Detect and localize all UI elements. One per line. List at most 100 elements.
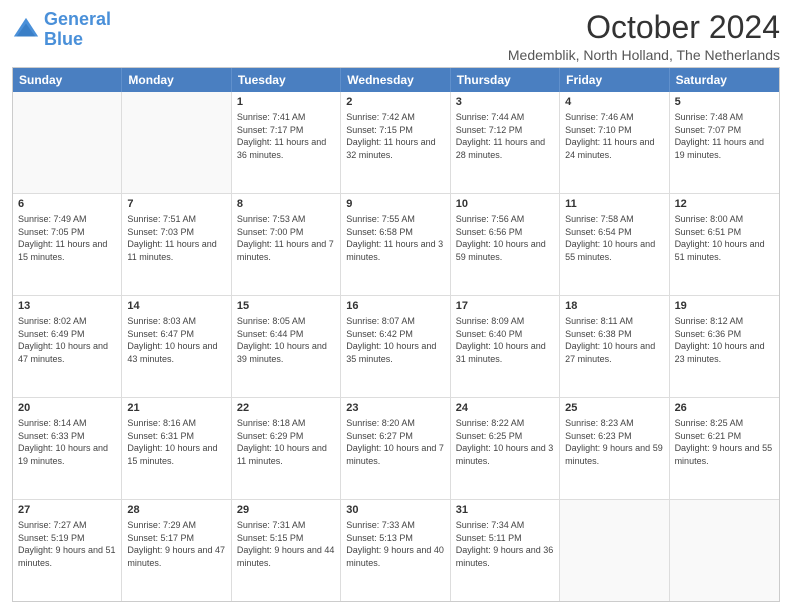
cell-info-10: Sunrise: 7:56 AM Sunset: 6:56 PM Dayligh… — [456, 213, 554, 263]
cell-w3-d5: 17Sunrise: 8:09 AM Sunset: 6:40 PM Dayli… — [451, 296, 560, 397]
cell-w4-d1: 20Sunrise: 8:14 AM Sunset: 6:33 PM Dayli… — [13, 398, 122, 499]
cell-info-30: Sunrise: 7:33 AM Sunset: 5:13 PM Dayligh… — [346, 519, 444, 569]
calendar: Sunday Monday Tuesday Wednesday Thursday… — [12, 67, 780, 602]
day-number-25: 25 — [565, 401, 663, 416]
cell-info-17: Sunrise: 8:09 AM Sunset: 6:40 PM Dayligh… — [456, 315, 554, 365]
day-number-20: 20 — [18, 401, 116, 416]
cell-info-23: Sunrise: 8:20 AM Sunset: 6:27 PM Dayligh… — [346, 417, 444, 467]
calendar-week-3: 13Sunrise: 8:02 AM Sunset: 6:49 PM Dayli… — [13, 296, 779, 398]
day-number-30: 30 — [346, 503, 444, 518]
day-number-1: 1 — [237, 95, 335, 110]
cell-w4-d2: 21Sunrise: 8:16 AM Sunset: 6:31 PM Dayli… — [122, 398, 231, 499]
cell-info-1: Sunrise: 7:41 AM Sunset: 7:17 PM Dayligh… — [237, 111, 335, 161]
cell-w3-d2: 14Sunrise: 8:03 AM Sunset: 6:47 PM Dayli… — [122, 296, 231, 397]
cell-w4-d4: 23Sunrise: 8:20 AM Sunset: 6:27 PM Dayli… — [341, 398, 450, 499]
cell-w3-d1: 13Sunrise: 8:02 AM Sunset: 6:49 PM Dayli… — [13, 296, 122, 397]
calendar-week-2: 6Sunrise: 7:49 AM Sunset: 7:05 PM Daylig… — [13, 194, 779, 296]
cell-info-4: Sunrise: 7:46 AM Sunset: 7:10 PM Dayligh… — [565, 111, 663, 161]
day-number-14: 14 — [127, 299, 225, 314]
header-friday: Friday — [560, 68, 669, 92]
day-number-29: 29 — [237, 503, 335, 518]
location-subtitle: Medemblik, North Holland, The Netherland… — [508, 47, 780, 63]
page: General Blue October 2024 Medemblik, Nor… — [0, 0, 792, 612]
cell-info-19: Sunrise: 8:12 AM Sunset: 6:36 PM Dayligh… — [675, 315, 774, 365]
cell-w1-d5: 3Sunrise: 7:44 AM Sunset: 7:12 PM Daylig… — [451, 92, 560, 193]
day-number-4: 4 — [565, 95, 663, 110]
cell-w4-d5: 24Sunrise: 8:22 AM Sunset: 6:25 PM Dayli… — [451, 398, 560, 499]
cell-w2-d6: 11Sunrise: 7:58 AM Sunset: 6:54 PM Dayli… — [560, 194, 669, 295]
day-number-31: 31 — [456, 503, 554, 518]
header-thursday: Thursday — [451, 68, 560, 92]
day-number-22: 22 — [237, 401, 335, 416]
month-title: October 2024 — [508, 10, 780, 45]
cell-info-11: Sunrise: 7:58 AM Sunset: 6:54 PM Dayligh… — [565, 213, 663, 263]
day-number-10: 10 — [456, 197, 554, 212]
header-saturday: Saturday — [670, 68, 779, 92]
day-number-6: 6 — [18, 197, 116, 212]
cell-w2-d7: 12Sunrise: 8:00 AM Sunset: 6:51 PM Dayli… — [670, 194, 779, 295]
cell-info-29: Sunrise: 7:31 AM Sunset: 5:15 PM Dayligh… — [237, 519, 335, 569]
cell-w5-d6 — [560, 500, 669, 601]
cell-info-3: Sunrise: 7:44 AM Sunset: 7:12 PM Dayligh… — [456, 111, 554, 161]
cell-w1-d4: 2Sunrise: 7:42 AM Sunset: 7:15 PM Daylig… — [341, 92, 450, 193]
day-number-8: 8 — [237, 197, 335, 212]
cell-w1-d2 — [122, 92, 231, 193]
header-tuesday: Tuesday — [232, 68, 341, 92]
day-number-13: 13 — [18, 299, 116, 314]
cell-w1-d1 — [13, 92, 122, 193]
cell-info-6: Sunrise: 7:49 AM Sunset: 7:05 PM Dayligh… — [18, 213, 116, 263]
cell-w5-d4: 30Sunrise: 7:33 AM Sunset: 5:13 PM Dayli… — [341, 500, 450, 601]
day-number-27: 27 — [18, 503, 116, 518]
cell-w4-d3: 22Sunrise: 8:18 AM Sunset: 6:29 PM Dayli… — [232, 398, 341, 499]
cell-info-16: Sunrise: 8:07 AM Sunset: 6:42 PM Dayligh… — [346, 315, 444, 365]
cell-w2-d5: 10Sunrise: 7:56 AM Sunset: 6:56 PM Dayli… — [451, 194, 560, 295]
cell-info-20: Sunrise: 8:14 AM Sunset: 6:33 PM Dayligh… — [18, 417, 116, 467]
cell-w3-d6: 18Sunrise: 8:11 AM Sunset: 6:38 PM Dayli… — [560, 296, 669, 397]
day-number-17: 17 — [456, 299, 554, 314]
day-number-11: 11 — [565, 197, 663, 212]
header-wednesday: Wednesday — [341, 68, 450, 92]
logo-icon — [12, 16, 40, 44]
cell-w4-d7: 26Sunrise: 8:25 AM Sunset: 6:21 PM Dayli… — [670, 398, 779, 499]
day-number-16: 16 — [346, 299, 444, 314]
cell-info-8: Sunrise: 7:53 AM Sunset: 7:00 PM Dayligh… — [237, 213, 335, 263]
cell-w3-d4: 16Sunrise: 8:07 AM Sunset: 6:42 PM Dayli… — [341, 296, 450, 397]
day-number-28: 28 — [127, 503, 225, 518]
logo-name2: Blue — [44, 30, 111, 50]
logo: General Blue — [12, 10, 111, 50]
day-number-18: 18 — [565, 299, 663, 314]
cell-info-21: Sunrise: 8:16 AM Sunset: 6:31 PM Dayligh… — [127, 417, 225, 467]
cell-info-2: Sunrise: 7:42 AM Sunset: 7:15 PM Dayligh… — [346, 111, 444, 161]
cell-w2-d1: 6Sunrise: 7:49 AM Sunset: 7:05 PM Daylig… — [13, 194, 122, 295]
cell-info-25: Sunrise: 8:23 AM Sunset: 6:23 PM Dayligh… — [565, 417, 663, 467]
cell-w5-d5: 31Sunrise: 7:34 AM Sunset: 5:11 PM Dayli… — [451, 500, 560, 601]
calendar-week-5: 27Sunrise: 7:27 AM Sunset: 5:19 PM Dayli… — [13, 500, 779, 601]
cell-info-5: Sunrise: 7:48 AM Sunset: 7:07 PM Dayligh… — [675, 111, 774, 161]
cell-w4-d6: 25Sunrise: 8:23 AM Sunset: 6:23 PM Dayli… — [560, 398, 669, 499]
cell-w1-d3: 1Sunrise: 7:41 AM Sunset: 7:17 PM Daylig… — [232, 92, 341, 193]
header: General Blue October 2024 Medemblik, Nor… — [12, 10, 780, 63]
cell-w2-d3: 8Sunrise: 7:53 AM Sunset: 7:00 PM Daylig… — [232, 194, 341, 295]
calendar-week-4: 20Sunrise: 8:14 AM Sunset: 6:33 PM Dayli… — [13, 398, 779, 500]
header-sunday: Sunday — [13, 68, 122, 92]
logo-name1: General — [44, 9, 111, 29]
cell-w2-d4: 9Sunrise: 7:55 AM Sunset: 6:58 PM Daylig… — [341, 194, 450, 295]
cell-w3-d7: 19Sunrise: 8:12 AM Sunset: 6:36 PM Dayli… — [670, 296, 779, 397]
cell-info-22: Sunrise: 8:18 AM Sunset: 6:29 PM Dayligh… — [237, 417, 335, 467]
cell-info-13: Sunrise: 8:02 AM Sunset: 6:49 PM Dayligh… — [18, 315, 116, 365]
cell-info-9: Sunrise: 7:55 AM Sunset: 6:58 PM Dayligh… — [346, 213, 444, 263]
cell-info-27: Sunrise: 7:27 AM Sunset: 5:19 PM Dayligh… — [18, 519, 116, 569]
cell-info-18: Sunrise: 8:11 AM Sunset: 6:38 PM Dayligh… — [565, 315, 663, 365]
day-number-19: 19 — [675, 299, 774, 314]
day-number-15: 15 — [237, 299, 335, 314]
cell-info-28: Sunrise: 7:29 AM Sunset: 5:17 PM Dayligh… — [127, 519, 225, 569]
calendar-week-1: 1Sunrise: 7:41 AM Sunset: 7:17 PM Daylig… — [13, 92, 779, 194]
day-number-7: 7 — [127, 197, 225, 212]
day-number-2: 2 — [346, 95, 444, 110]
cell-w5-d3: 29Sunrise: 7:31 AM Sunset: 5:15 PM Dayli… — [232, 500, 341, 601]
cell-w3-d3: 15Sunrise: 8:05 AM Sunset: 6:44 PM Dayli… — [232, 296, 341, 397]
cell-w5-d7 — [670, 500, 779, 601]
cell-w5-d1: 27Sunrise: 7:27 AM Sunset: 5:19 PM Dayli… — [13, 500, 122, 601]
cell-info-31: Sunrise: 7:34 AM Sunset: 5:11 PM Dayligh… — [456, 519, 554, 569]
cell-w5-d2: 28Sunrise: 7:29 AM Sunset: 5:17 PM Dayli… — [122, 500, 231, 601]
